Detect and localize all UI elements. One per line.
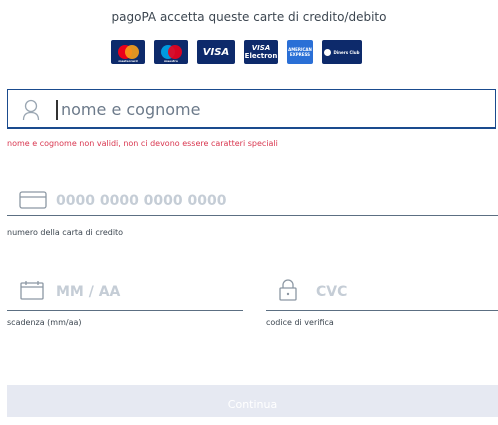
accepted-cards-row: mastercard maestro VISA VISA Electron AM… xyxy=(111,40,362,64)
cvc-field[interactable] xyxy=(266,270,498,311)
name-error-message: nome e cognome non validi, non ci devono… xyxy=(7,139,278,148)
accepted-cards-title: pagoPA accetta queste carte di credito/d… xyxy=(111,10,387,24)
name-input[interactable] xyxy=(61,96,461,122)
mastercard-logo-icon: mastercard xyxy=(111,40,145,64)
name-field[interactable] xyxy=(7,89,496,129)
lock-icon xyxy=(278,279,298,305)
cvc-input[interactable] xyxy=(316,282,436,302)
card-number-field[interactable] xyxy=(7,182,498,216)
text-cursor xyxy=(56,100,58,120)
continue-button[interactable]: Continua xyxy=(7,385,498,417)
calendar-icon xyxy=(20,280,44,304)
user-icon xyxy=(22,99,40,125)
diners-club-logo-icon: Diners Club xyxy=(322,40,362,64)
maestro-logo-icon: maestro xyxy=(154,40,188,64)
cvc-label: codice di verifica xyxy=(266,318,334,327)
expiry-input[interactable] xyxy=(56,282,206,302)
expiry-label: scadenza (mm/aa) xyxy=(7,318,82,327)
visa-electron-logo-icon: VISA Electron xyxy=(244,40,278,64)
visa-logo-icon: VISA xyxy=(197,40,235,64)
expiry-field[interactable] xyxy=(7,270,243,311)
american-express-logo-icon: AMERICAN EXPRESS xyxy=(287,40,313,64)
credit-card-icon xyxy=(19,191,47,213)
card-number-label: numero della carta di credito xyxy=(7,228,124,237)
card-number-input[interactable] xyxy=(56,191,356,211)
